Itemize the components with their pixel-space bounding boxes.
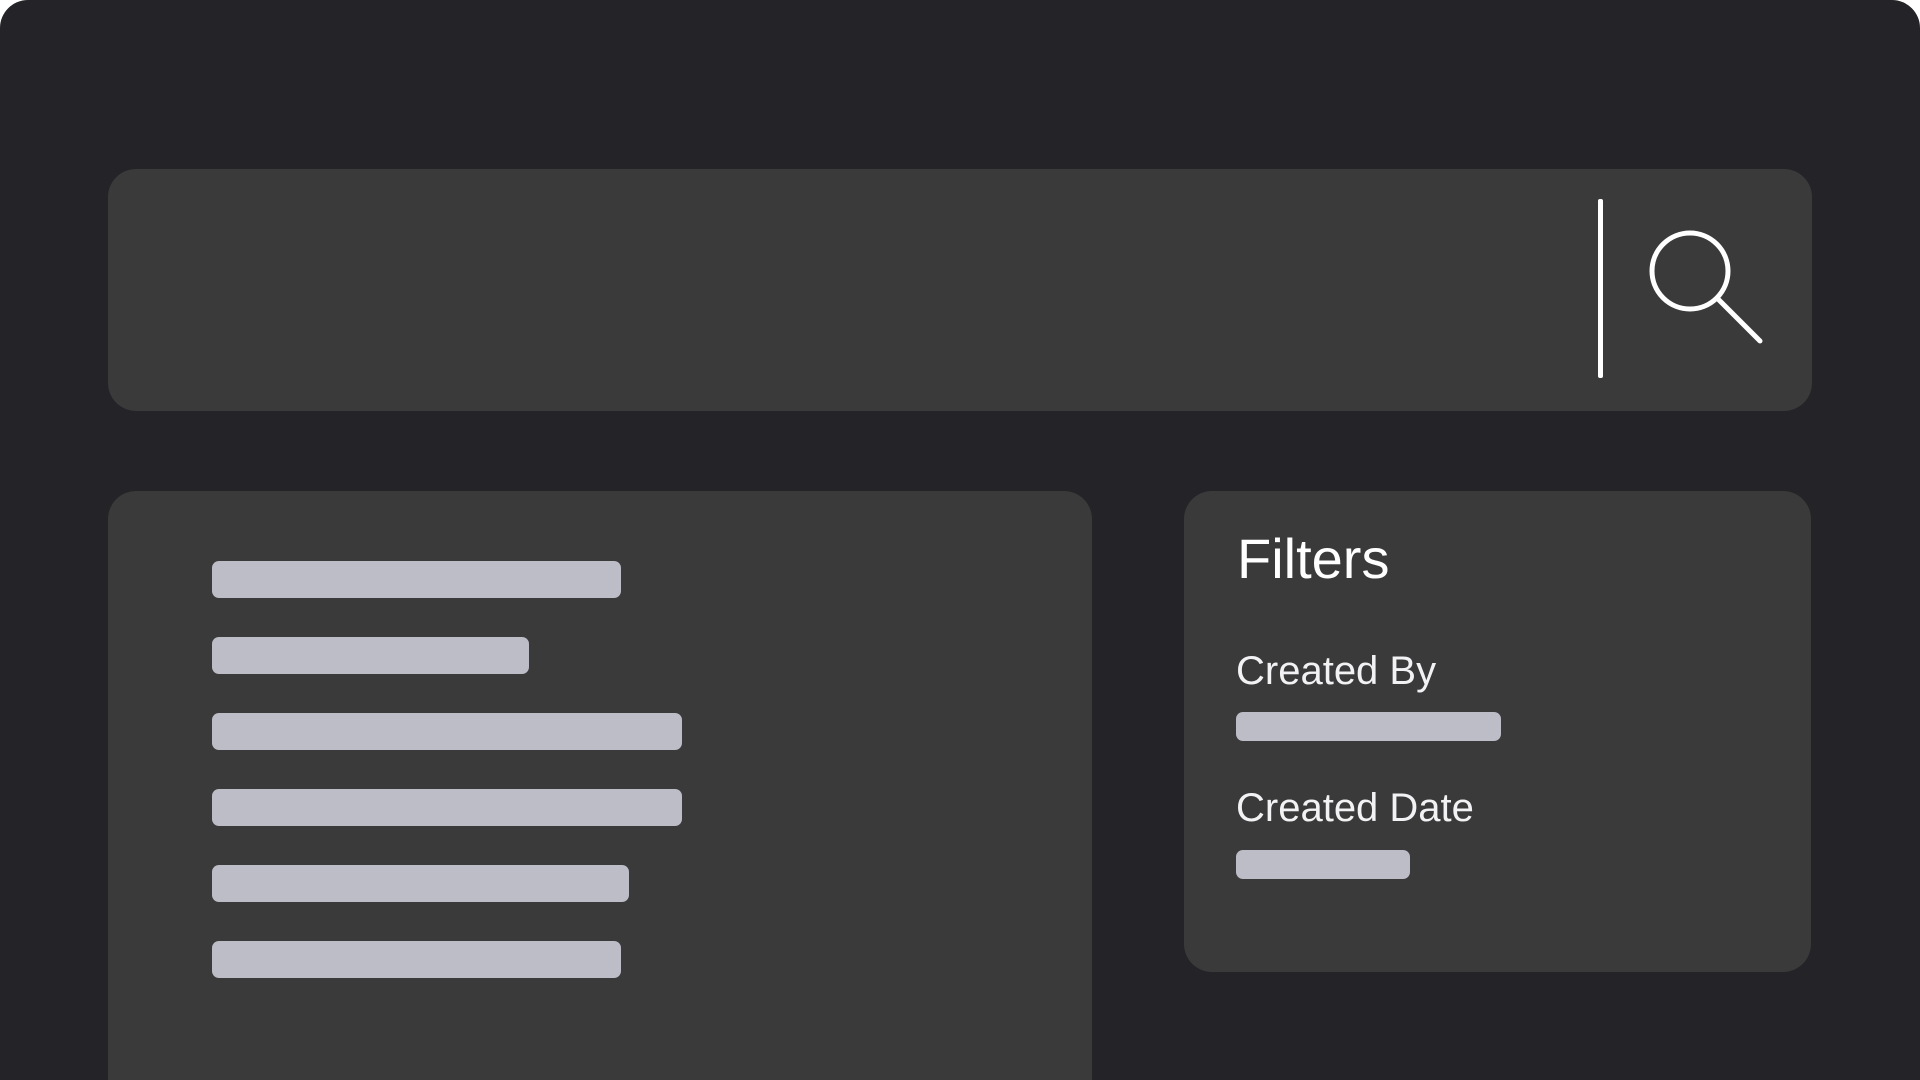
search-input[interactable]: [148, 209, 1572, 371]
app-screen: Filters Created By Created Date: [0, 0, 1920, 1080]
created-by-label: Created By: [1236, 649, 1437, 693]
search-button[interactable]: [1638, 219, 1778, 359]
list-item[interactable]: [212, 637, 529, 674]
list-item[interactable]: [212, 865, 629, 902]
list-item[interactable]: [212, 713, 682, 750]
list-item[interactable]: [212, 941, 621, 978]
list-item[interactable]: [212, 789, 682, 826]
text-cursor: [1598, 199, 1603, 378]
created-date-label: Created Date: [1236, 786, 1474, 830]
created-by-filter[interactable]: [1236, 712, 1501, 741]
list-item[interactable]: [212, 561, 621, 598]
created-date-filter[interactable]: [1236, 850, 1410, 879]
search-icon: [1649, 230, 1763, 344]
filters-title: Filters: [1237, 527, 1390, 590]
results-panel: [108, 491, 1092, 1080]
filters-panel: Filters Created By Created Date: [1184, 491, 1811, 972]
search-bar: [108, 169, 1812, 411]
